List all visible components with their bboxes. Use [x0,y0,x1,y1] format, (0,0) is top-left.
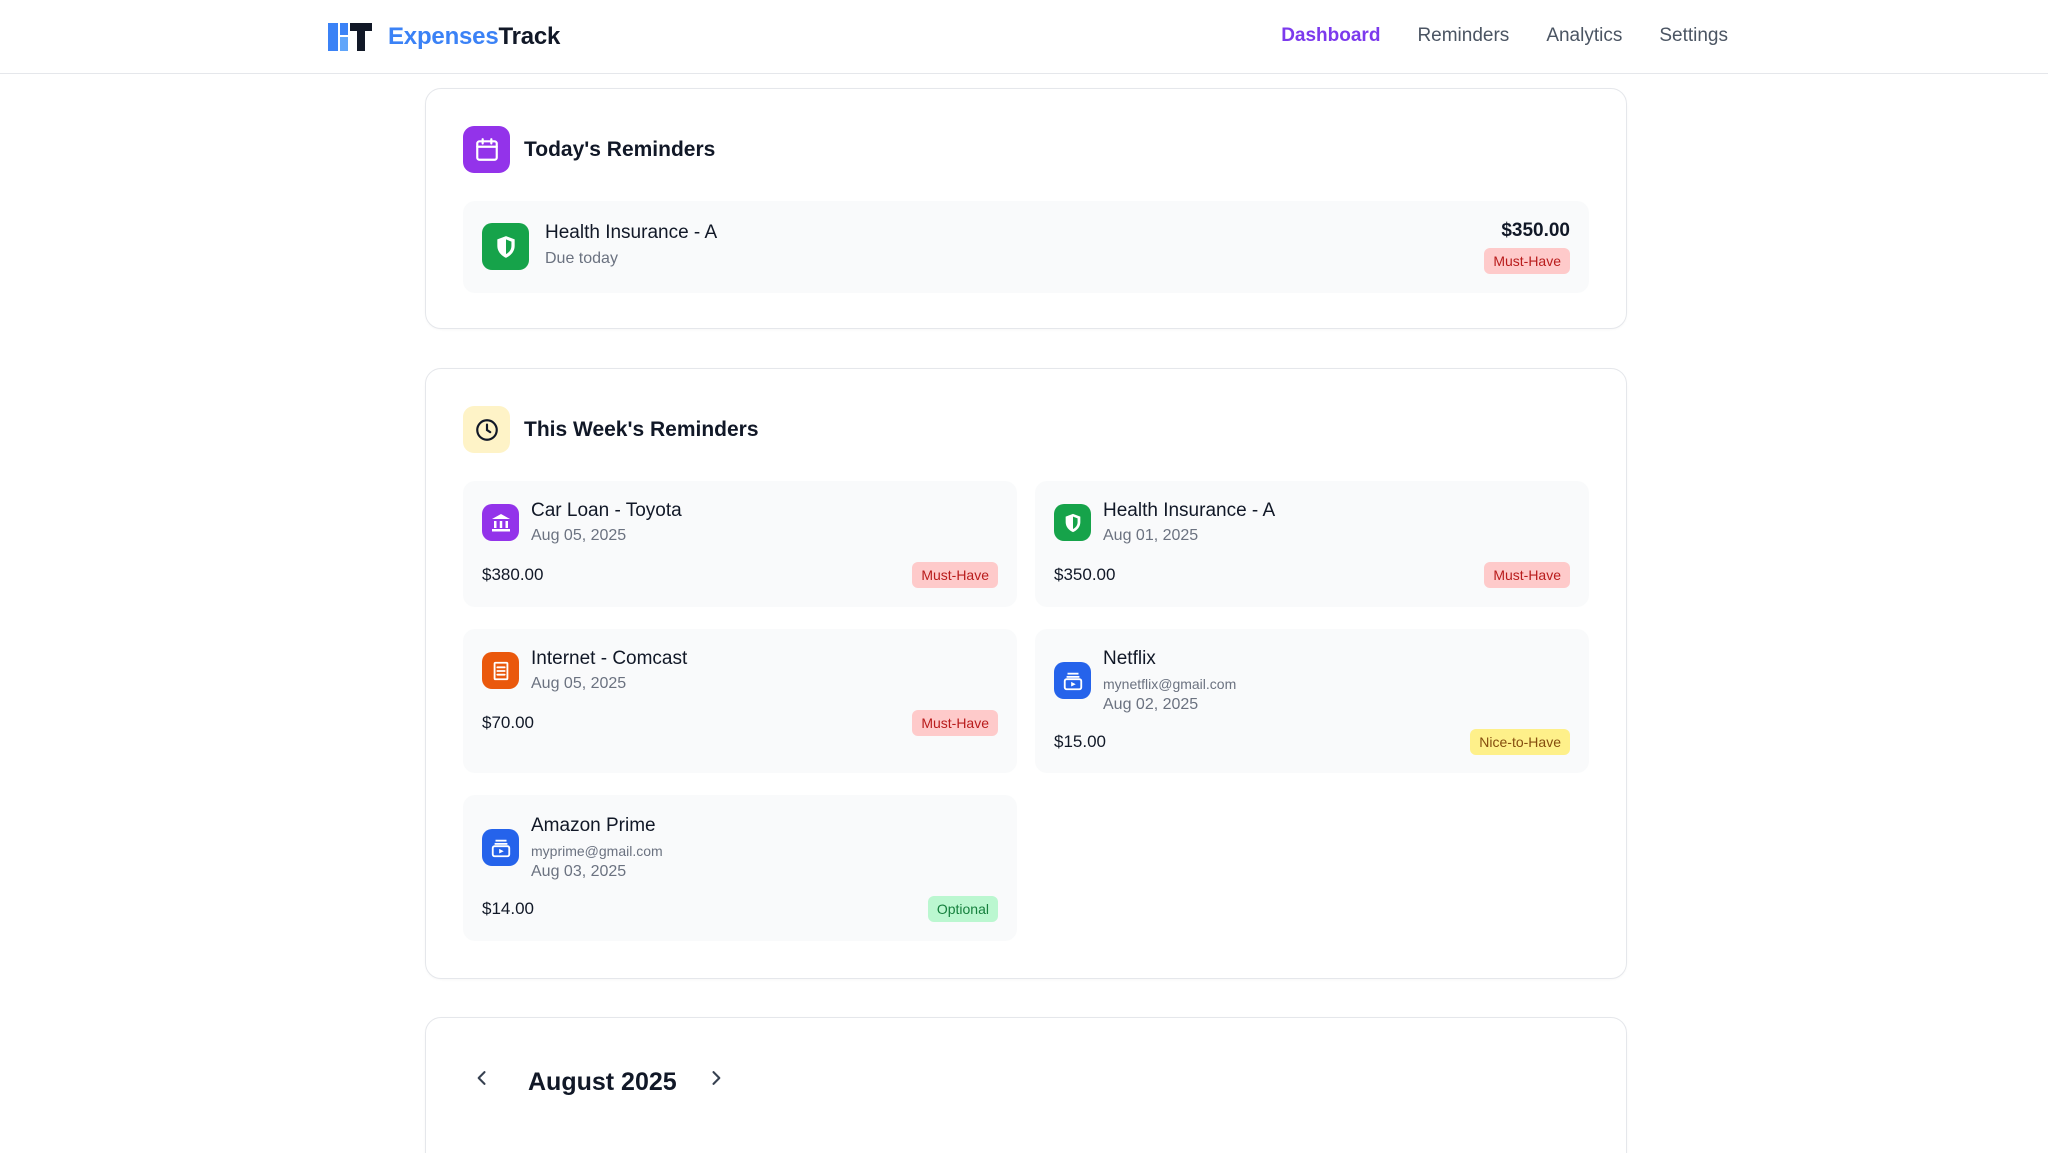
todays-reminders-header: Today's Reminders [463,126,715,173]
reminder-amount: $350.00 [1054,565,1116,584]
reminder-email: mynetflix@gmail.com [1103,676,1237,692]
shield-icon [1054,504,1091,541]
week-reminders-card: This Week's Reminders Car Loan - Toyota … [425,368,1627,979]
shield-icon [482,223,529,270]
reminder-item[interactable]: Netflix mynetflix@gmail.com Aug 02, 2025… [1035,629,1589,773]
brand[interactable]: ExpensesTrack [328,18,560,56]
reminder-item[interactable]: Health Insurance - A Aug 01, 2025 $350.0… [1035,481,1589,607]
top-navbar: ExpensesTrack Dashboard Reminders Analyt… [0,0,2048,74]
reminder-amount: $350.00 [1501,220,1570,241]
reminder-date: Aug 05, 2025 [531,675,627,692]
reminder-name: Amazon Prime [531,815,656,836]
reminder-item[interactable]: Amazon Prime myprime@gmail.com Aug 03, 2… [463,795,1017,941]
calendar-month-title: August 2025 [528,1068,677,1096]
reminder-amount: $15.00 [1054,732,1106,751]
reminder-amount: $380.00 [482,565,544,584]
reminder-row[interactable]: Health Insurance - A Due today $350.00 M… [463,201,1589,293]
priority-badge: Must-Have [912,562,998,588]
reminder-date: Aug 03, 2025 [531,863,627,880]
todays-reminders-card: Today's Reminders Health Insurance - A D… [425,88,1627,329]
priority-badge: Must-Have [912,710,998,736]
reminder-date: Aug 05, 2025 [531,527,627,544]
chevron-right-icon[interactable] [706,1068,726,1088]
priority-badge: Must-Have [1484,562,1570,588]
nav-analytics[interactable]: Analytics [1546,22,1622,50]
reminder-date: Aug 01, 2025 [1103,527,1199,544]
nav-settings[interactable]: Settings [1659,22,1728,50]
reminder-item[interactable]: Internet - Comcast Aug 05, 2025 $70.00 M… [463,629,1017,773]
reminder-amount: $70.00 [482,713,534,732]
reminder-item[interactable]: Car Loan - Toyota Aug 05, 2025 $380.00 M… [463,481,1017,607]
logo-icon [328,23,372,51]
priority-badge: Must-Have [1484,248,1570,274]
todays-reminders-title: Today's Reminders [524,137,716,161]
priority-badge: Nice-to-Have [1470,729,1570,755]
reminder-name: Health Insurance - A [1103,500,1276,521]
calendar-icon [463,126,510,173]
subscription-icon [1054,662,1091,699]
week-reminders-header: This Week's Reminders [463,406,759,453]
brand-name: ExpensesTrack [388,23,561,50]
reminder-email: myprime@gmail.com [531,843,663,859]
priority-badge: Optional [927,896,998,922]
subscription-icon [482,829,519,866]
reminder-name: Health Insurance - A [545,222,718,243]
receipt-icon [482,652,519,689]
reminder-name: Internet - Comcast [531,648,688,669]
clock-icon [463,406,510,453]
reminder-date: Aug 02, 2025 [1103,696,1199,713]
reminder-name: Car Loan - Toyota [531,500,682,521]
nav-dashboard[interactable]: Dashboard [1281,22,1380,50]
reminder-amount: $14.00 [482,899,534,918]
week-reminders-title: This Week's Reminders [524,417,759,441]
nav-reminders[interactable]: Reminders [1417,22,1509,50]
reminder-due: Due today [545,250,618,267]
calendar-card: August 2025 [425,1017,1627,1153]
main-nav: Dashboard Reminders Analytics Settings [1281,22,1728,50]
chevron-left-icon[interactable] [472,1068,492,1088]
reminder-name: Netflix [1103,648,1156,669]
bank-icon [482,504,519,541]
